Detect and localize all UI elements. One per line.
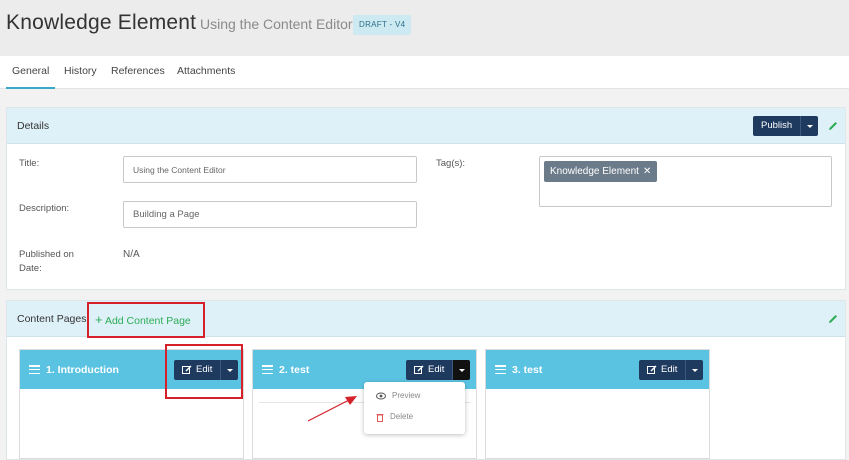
tag-chip-label: Knowledge Element — [550, 166, 639, 177]
title-field[interactable]: Using the Content Editor — [123, 156, 417, 183]
content-page-card: 1. Introduction Edit — [19, 349, 244, 459]
edit-icon — [647, 365, 657, 374]
content-page-title: 1. Introduction — [46, 364, 119, 376]
plus-icon: + — [95, 312, 103, 327]
tags-label: Tag(s): — [436, 158, 466, 169]
page-title: Knowledge Element — [6, 11, 197, 34]
tab-general[interactable]: General — [6, 56, 56, 89]
content-page-card-header: 1. Introduction Edit — [20, 350, 243, 389]
published-date-value: N/A — [123, 249, 140, 260]
publish-button[interactable]: Publish — [753, 116, 801, 136]
edit-button[interactable]: Edit — [406, 360, 453, 380]
caret-down-icon — [691, 368, 698, 372]
caret-down-icon — [226, 368, 233, 372]
published-date-label: Published on Date: — [19, 249, 74, 274]
hamburger-icon[interactable] — [29, 365, 40, 374]
tab-bar: General History References Attachments — [0, 56, 849, 89]
title-label: Title: — [19, 158, 40, 169]
edit-dropdown-toggle[interactable] — [452, 360, 471, 380]
content-page-title: 2. test — [279, 364, 310, 376]
edit-dropdown-toggle[interactable] — [685, 360, 704, 380]
hamburger-icon[interactable] — [262, 365, 273, 374]
edit-button-label: Edit — [661, 364, 678, 375]
content-pages-header: Content Pages + Add Content Page — [7, 301, 845, 337]
eye-icon — [376, 392, 386, 400]
edit-button[interactable]: Edit — [639, 360, 686, 380]
tab-attachments[interactable]: Attachments — [177, 56, 235, 89]
add-content-page-label: Add Content Page — [104, 315, 191, 327]
edit-dropdown-menu: Preview Delete — [364, 382, 465, 434]
hamburger-icon[interactable] — [495, 365, 506, 374]
preview-label: Preview — [392, 391, 421, 400]
delete-label: Delete — [390, 412, 414, 421]
caret-down-icon — [806, 124, 813, 128]
content-page-card-header: 3. test Edit — [486, 350, 709, 389]
caret-down-icon — [458, 368, 465, 372]
content-pages-heading: Content Pages — [17, 313, 87, 325]
status-badge: DRAFT - V4 — [353, 15, 412, 35]
description-field[interactable]: Building a Page — [123, 201, 417, 228]
tags-input[interactable]: Knowledge Element ✕ — [539, 156, 832, 207]
edit-split-button: Edit — [406, 360, 471, 380]
edit-button-label: Edit — [428, 364, 445, 375]
publish-dropdown-toggle[interactable] — [800, 116, 819, 136]
edit-button[interactable]: Edit — [174, 360, 221, 380]
tag-chip: Knowledge Element ✕ — [544, 161, 658, 182]
pencil-icon[interactable] — [827, 313, 839, 325]
edit-icon — [182, 365, 192, 374]
edit-icon — [414, 365, 424, 374]
content-pages-panel: Content Pages + Add Content Page 1. Intr… — [6, 300, 846, 460]
pencil-icon[interactable] — [827, 120, 839, 132]
trash-icon — [376, 413, 384, 422]
delete-menu-item[interactable]: Delete — [376, 410, 413, 424]
add-content-page-button[interactable]: + Add Content Page — [95, 312, 191, 327]
details-panel-header: Details Publish — [7, 108, 845, 144]
details-panel: Details Publish Title: Using the Content… — [6, 107, 846, 290]
close-icon[interactable]: ✕ — [643, 161, 651, 182]
page-header: Knowledge Element Using the Content Edit… — [0, 0, 849, 56]
tab-references[interactable]: References — [111, 56, 165, 89]
edit-split-button: Edit — [174, 360, 239, 380]
preview-menu-item[interactable]: Preview — [376, 389, 420, 403]
tab-history[interactable]: History — [64, 56, 97, 89]
description-label: Description: — [19, 203, 70, 214]
edit-dropdown-toggle[interactable] — [220, 360, 239, 380]
content-page-title: 3. test — [512, 364, 543, 376]
edit-button-label: Edit — [196, 364, 213, 375]
content-page-card: 3. test Edit — [485, 349, 710, 459]
publish-split-button: Publish — [753, 116, 819, 136]
page-subtitle: Using the Content Editor — [200, 16, 353, 32]
details-heading: Details — [17, 120, 50, 132]
annotation-arrow-icon — [307, 396, 357, 422]
edit-split-button: Edit — [639, 360, 704, 380]
